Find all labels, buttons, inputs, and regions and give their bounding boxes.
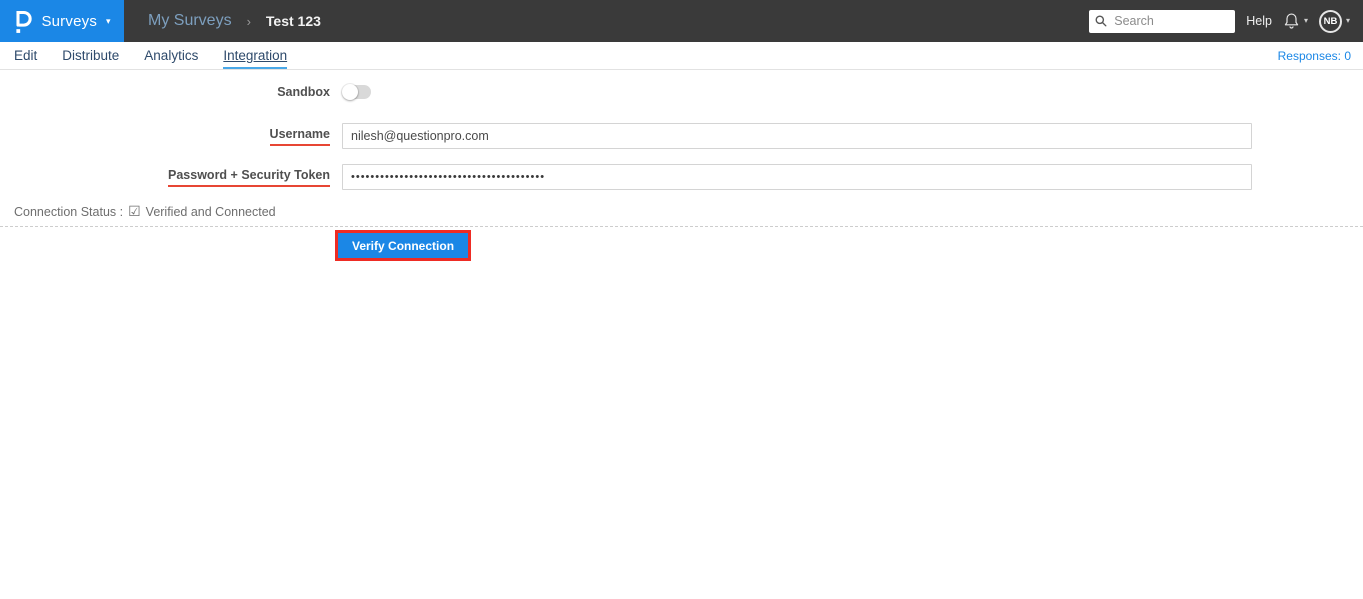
tab-edit[interactable]: Edit (14, 42, 37, 69)
toggle-knob (342, 84, 358, 100)
dashed-divider (0, 226, 1363, 227)
breadcrumb: My Surveys › Test 123 (148, 12, 321, 30)
username-row: Username (0, 123, 1363, 149)
password-input[interactable] (342, 164, 1252, 190)
brand-surveys-menu[interactable]: Surveys ▾ (0, 0, 124, 42)
search-box[interactable] (1089, 9, 1236, 33)
username-label: Username (0, 127, 330, 146)
search-input[interactable] (1112, 13, 1230, 29)
responses-count[interactable]: Responses: 0 (1278, 49, 1363, 63)
survey-tabs: Edit Distribute Analytics Integration Re… (0, 42, 1363, 70)
bell-icon (1283, 12, 1300, 30)
breadcrumb-separator-icon: › (246, 13, 251, 29)
help-link[interactable]: Help (1246, 14, 1272, 28)
topbar: Surveys ▾ My Surveys › Test 123 Help (0, 0, 1363, 42)
chevron-down-icon: ▾ (106, 15, 111, 26)
integration-form: Sandbox Username Password + Security Tok… (0, 84, 1363, 261)
connection-status-value: Verified and Connected (145, 204, 276, 219)
search-icon (1095, 15, 1107, 27)
chevron-down-icon: ▾ (1345, 16, 1350, 25)
breadcrumb-my-surveys[interactable]: My Surveys (148, 12, 232, 30)
sandbox-label: Sandbox (277, 85, 330, 99)
sandbox-row: Sandbox (0, 84, 1363, 100)
tab-integration[interactable]: Integration (223, 42, 287, 69)
sandbox-toggle[interactable] (342, 84, 371, 100)
account-menu[interactable]: NB ▾ (1318, 9, 1350, 33)
avatar: NB (1318, 9, 1342, 33)
username-input[interactable] (342, 123, 1252, 149)
notifications-menu[interactable]: ▾ (1283, 12, 1308, 30)
topbar-right: Help ▾ NB ▾ (1089, 9, 1363, 33)
connection-status: Connection Status : ☑ Verified and Conne… (0, 203, 1363, 220)
verify-connection-button[interactable]: Verify Connection (338, 233, 469, 258)
questionpro-logo-icon (13, 8, 33, 35)
checked-checkbox-icon: ☑ (128, 203, 141, 219)
tab-analytics[interactable]: Analytics (144, 42, 198, 69)
tab-distribute[interactable]: Distribute (62, 42, 119, 69)
button-row: Verify Connection (0, 230, 1363, 261)
connection-status-label: Connection Status : (14, 204, 124, 219)
breadcrumb-current-survey: Test 123 (265, 13, 321, 29)
password-row: Password + Security Token (0, 164, 1363, 190)
click-target-highlight: Verify Connection (335, 230, 472, 261)
password-label: Password + Security Token (0, 168, 330, 187)
brand-label: Surveys (41, 12, 98, 30)
chevron-down-icon: ▾ (1303, 16, 1308, 25)
